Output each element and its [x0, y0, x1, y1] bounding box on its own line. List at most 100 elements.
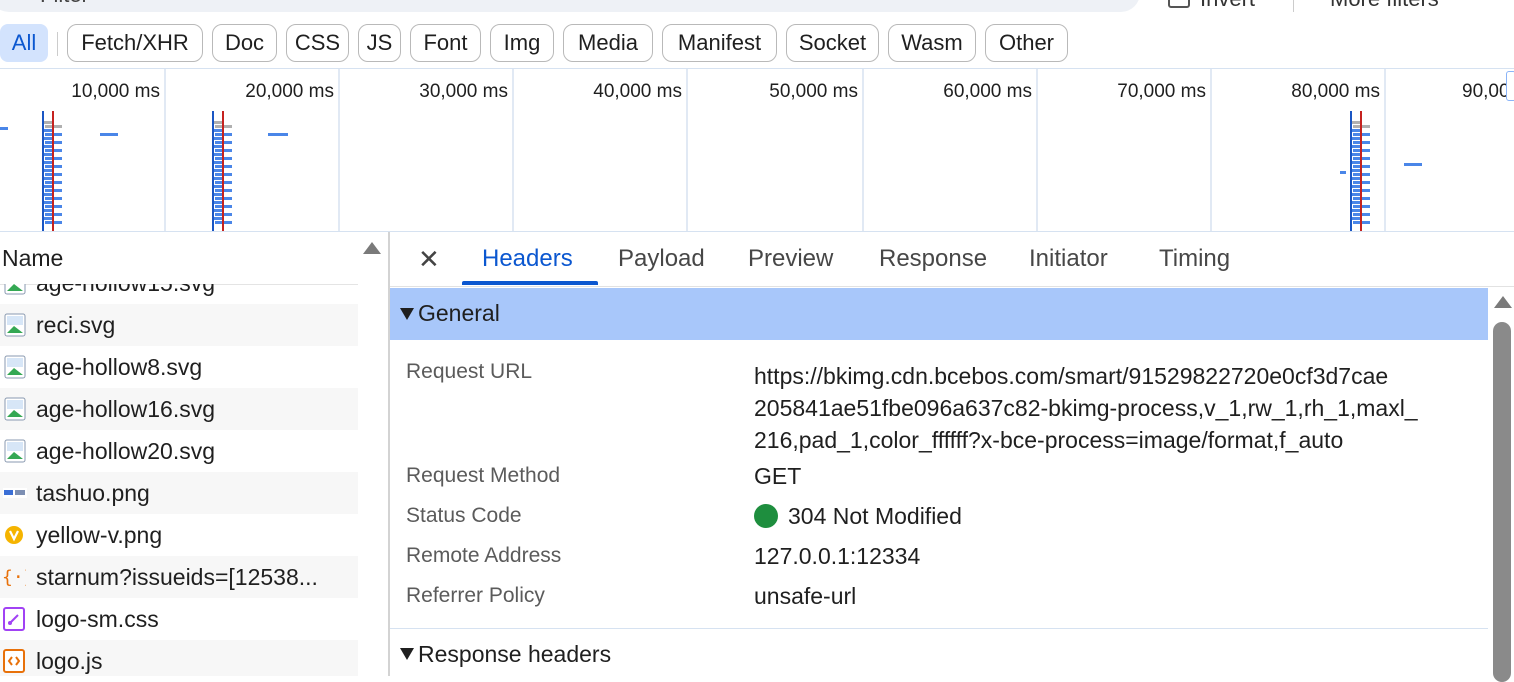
remote-address-key: Remote Address: [406, 544, 562, 567]
chip-img[interactable]: Img: [490, 24, 554, 62]
invert-checkbox[interactable]: [1168, 0, 1190, 8]
css-file-icon: [0, 598, 36, 640]
overview-request-bar: [100, 133, 118, 136]
tab-payload[interactable]: Payload: [618, 245, 705, 273]
chip-css[interactable]: CSS: [286, 24, 349, 62]
request-row[interactable]: logo-sm.css: [0, 598, 358, 640]
referrer-policy-key: Referrer Policy: [406, 584, 545, 607]
dom-content-loaded-line: [42, 111, 44, 231]
overview-scroll-handle[interactable]: [1506, 71, 1514, 101]
dom-content-loaded-line: [1350, 111, 1352, 231]
status-code-value-wrap: 304 Not Modified: [754, 503, 962, 530]
fetch-braces-icon: {·}: [0, 556, 36, 598]
invert-label: Invert: [1200, 0, 1255, 12]
network-overview[interactable]: 10,000 ms 20,000 ms 30,000 ms 40,000 ms …: [0, 68, 1514, 232]
dom-content-loaded-line: [212, 111, 214, 231]
active-tab-indicator: [462, 281, 598, 285]
svg-image-icon: [0, 284, 36, 304]
request-name: age-hollow16.svg: [36, 395, 216, 422]
tab-preview[interactable]: Preview: [748, 245, 833, 273]
request-name: logo-sm.css: [36, 605, 159, 632]
request-url-line: 216,pad_1,color_ffffff?x-bce-process=ima…: [754, 427, 1344, 453]
request-row[interactable]: age-hollow16.svg: [0, 388, 358, 430]
request-name: age-hollow8.svg: [36, 353, 203, 380]
tab-headers[interactable]: Headers: [482, 245, 573, 273]
remote-address-value: 127.0.0.1:12334: [754, 543, 921, 569]
scroll-up-arrow-icon[interactable]: [1494, 296, 1512, 308]
request-row[interactable]: {·} starnum?issueids=[12538...: [0, 556, 358, 598]
request-row[interactable]: age-hollow15.svg: [0, 284, 358, 304]
request-row[interactable]: age-hollow8.svg: [0, 346, 358, 388]
overview-request-bar: [1340, 171, 1346, 174]
chip-fetch-xhr[interactable]: Fetch/XHR: [67, 24, 203, 62]
chip-other[interactable]: Other: [985, 24, 1068, 62]
request-row[interactable]: tashuo.png: [0, 472, 358, 514]
more-filters-button[interactable]: More filters: [1330, 0, 1439, 12]
request-list-pane: Name age-hollow15.svg reci.svg age-hollo…: [0, 232, 388, 676]
request-url-value: https://bkimg.cdn.bcebos.com/smart/91529…: [754, 360, 1418, 456]
request-url-line: 205841ae51fbe096a637c82-bkimg-process,v_…: [754, 395, 1418, 421]
request-url-key: Request URL: [406, 360, 533, 383]
chip-wasm[interactable]: Wasm: [888, 24, 976, 62]
scrollbar-thumb[interactable]: [1493, 322, 1511, 682]
request-name: age-hollow20.svg: [36, 437, 216, 464]
request-row[interactable]: reci.svg: [0, 304, 358, 346]
filter-bar: Filter Invert More filters: [0, 0, 1514, 14]
chip-js[interactable]: JS: [358, 24, 401, 62]
tab-initiator[interactable]: Initiator: [1029, 245, 1108, 273]
request-detail-pane: ✕ Headers Payload Preview Response Initi…: [390, 232, 1514, 682]
request-method-value: GET: [754, 463, 802, 489]
overview-request-bar: [268, 133, 288, 136]
tab-response[interactable]: Response: [879, 245, 987, 273]
referrer-policy-value: unsafe-url: [754, 583, 857, 609]
response-headers-title: Response headers: [418, 641, 612, 667]
request-name: tashuo.png: [36, 479, 150, 506]
chip-doc[interactable]: Doc: [212, 24, 277, 62]
request-name: reci.svg: [36, 311, 116, 338]
detail-tabs: ✕ Headers Payload Preview Response Initi…: [390, 232, 1514, 287]
expand-triangle-icon: [400, 308, 414, 320]
chip-socket[interactable]: Socket: [786, 24, 879, 62]
svg-image-icon: [0, 430, 36, 472]
js-file-icon: [0, 640, 36, 676]
chip-media[interactable]: Media: [563, 24, 653, 62]
request-name: logo.js: [36, 647, 103, 674]
expand-triangle-icon: [400, 648, 414, 660]
chip-divider: [57, 32, 58, 56]
status-code-value: 304 Not Modified: [788, 503, 962, 529]
response-headers-section-header[interactable]: Response headers: [390, 628, 1488, 677]
close-icon[interactable]: ✕: [418, 244, 444, 274]
tab-timing[interactable]: Timing: [1159, 245, 1230, 273]
svg-image-icon: [0, 304, 36, 346]
load-event-line: [52, 111, 54, 231]
resource-type-filters: All Fetch/XHR Doc CSS JS Font Img Media …: [0, 22, 1514, 66]
chip-manifest[interactable]: Manifest: [662, 24, 777, 62]
request-list: age-hollow15.svg reci.svg age-hollow8.sv…: [0, 284, 358, 676]
scroll-up-arrow-icon[interactable]: [363, 242, 381, 254]
status-ok-dot-icon: [754, 504, 778, 528]
overview-request-bar: [0, 127, 8, 130]
request-url-line: https://bkimg.cdn.bcebos.com/smart/91529…: [754, 363, 1389, 389]
chip-all[interactable]: All: [0, 24, 48, 62]
request-row[interactable]: age-hollow20.svg: [0, 430, 358, 472]
overview-request-bar: [1404, 163, 1422, 166]
request-row[interactable]: logo.js: [0, 640, 358, 676]
chip-font[interactable]: Font: [410, 24, 481, 62]
load-event-line: [1360, 111, 1362, 231]
overview-waterfall: [0, 111, 1422, 231]
filter-input[interactable]: Filter: [0, 0, 1140, 12]
svg-image-icon: [0, 346, 36, 388]
name-column-header[interactable]: Name: [0, 232, 358, 285]
png-thumbnail-icon: [0, 472, 36, 514]
request-name: yellow-v.png: [36, 521, 163, 548]
general-section-title: General: [418, 300, 500, 326]
yellow-v-icon: [0, 514, 36, 556]
svg-text:{·}: {·}: [2, 567, 26, 588]
general-section-header[interactable]: General: [390, 288, 1488, 340]
request-name: starnum?issueids=[12538...: [36, 563, 318, 590]
request-row[interactable]: yellow-v.png: [0, 514, 358, 556]
load-event-line: [222, 111, 224, 231]
toolbar-divider: [1293, 0, 1294, 12]
filter-placeholder: Filter: [40, 0, 89, 8]
svg-image-icon: [0, 388, 36, 430]
